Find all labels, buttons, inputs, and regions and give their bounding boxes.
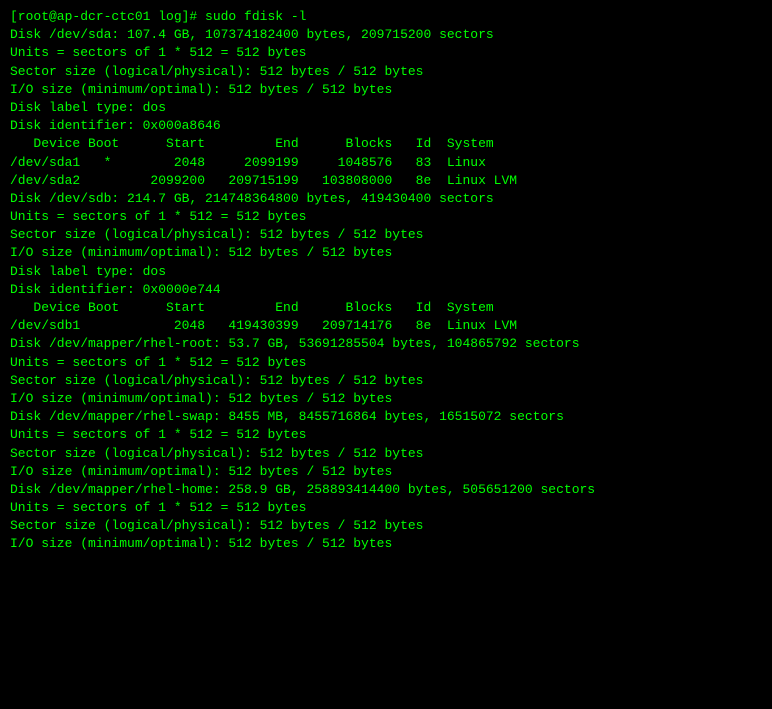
terminal-line: Disk label type: dos <box>10 263 762 281</box>
terminal-line: Disk /dev/mapper/rhel-swap: 8455 MB, 845… <box>10 408 762 426</box>
terminal-content: Disk /dev/sda: 107.4 GB, 107374182400 by… <box>10 26 762 553</box>
terminal-line: Device Boot Start End Blocks Id System <box>10 299 762 317</box>
terminal-line: Units = sectors of 1 * 512 = 512 bytes <box>10 44 762 62</box>
terminal-line: Sector size (logical/physical): 512 byte… <box>10 517 762 535</box>
terminal-line: I/O size (minimum/optimal): 512 bytes / … <box>10 81 762 99</box>
terminal-line: Disk /dev/sda: 107.4 GB, 107374182400 by… <box>10 26 762 44</box>
terminal-line: Units = sectors of 1 * 512 = 512 bytes <box>10 499 762 517</box>
terminal-line: Sector size (logical/physical): 512 byte… <box>10 445 762 463</box>
terminal-line: Sector size (logical/physical): 512 byte… <box>10 372 762 390</box>
terminal-output: [root@ap-dcr-ctc01 log]# sudo fdisk -l <box>10 8 762 26</box>
terminal-line: I/O size (minimum/optimal): 512 bytes / … <box>10 463 762 481</box>
terminal-line: I/O size (minimum/optimal): 512 bytes / … <box>10 535 762 553</box>
terminal-line: Disk identifier: 0x0000e744 <box>10 281 762 299</box>
terminal-line: Disk identifier: 0x000a8646 <box>10 117 762 135</box>
terminal-line: /dev/sda1 * 2048 2099199 1048576 83 Linu… <box>10 154 762 172</box>
prompt-line: [root@ap-dcr-ctc01 log]# sudo fdisk -l <box>10 9 306 24</box>
terminal-line: Sector size (logical/physical): 512 byte… <box>10 63 762 81</box>
terminal-line: Device Boot Start End Blocks Id System <box>10 135 762 153</box>
terminal-line: Disk label type: dos <box>10 99 762 117</box>
terminal-line: I/O size (minimum/optimal): 512 bytes / … <box>10 244 762 262</box>
terminal-line: Units = sectors of 1 * 512 = 512 bytes <box>10 354 762 372</box>
terminal-line: Sector size (logical/physical): 512 byte… <box>10 226 762 244</box>
terminal-line: Disk /dev/mapper/rhel-home: 258.9 GB, 25… <box>10 481 762 499</box>
terminal-line: I/O size (minimum/optimal): 512 bytes / … <box>10 390 762 408</box>
terminal-line: Units = sectors of 1 * 512 = 512 bytes <box>10 426 762 444</box>
terminal-line: Units = sectors of 1 * 512 = 512 bytes <box>10 208 762 226</box>
terminal-line: /dev/sdb1 2048 419430399 209714176 8e Li… <box>10 317 762 335</box>
terminal-line: /dev/sda2 2099200 209715199 103808000 8e… <box>10 172 762 190</box>
terminal-line: Disk /dev/mapper/rhel-root: 53.7 GB, 536… <box>10 335 762 353</box>
terminal-line: Disk /dev/sdb: 214.7 GB, 214748364800 by… <box>10 190 762 208</box>
